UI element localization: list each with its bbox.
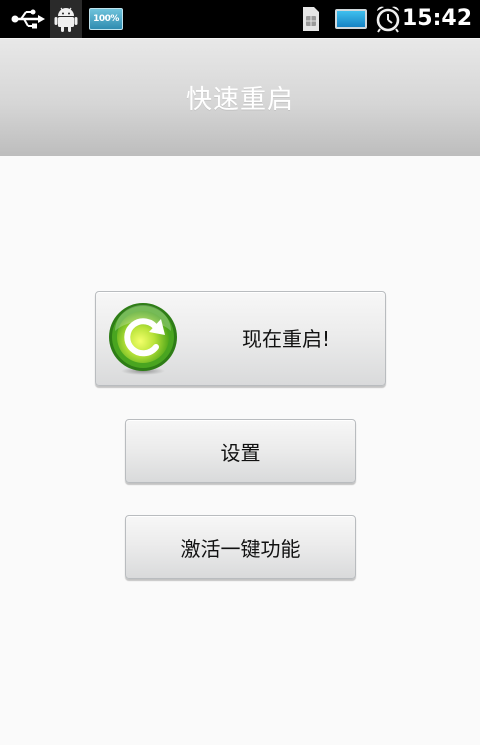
- settings-button[interactable]: 设置: [125, 419, 356, 483]
- battery-percent-label: 100%: [89, 8, 123, 30]
- activate-one-key-label: 激活一键功能: [180, 536, 301, 561]
- status-bar: 100% 15:42: [0, 0, 480, 38]
- app-screen: 100% 15:42 快速重启 现在重启! 设置 激活一键功能: [0, 0, 480, 745]
- usb-icon: [10, 0, 46, 38]
- alarm-clock-icon: [372, 0, 404, 38]
- status-clock: 15:42: [401, 6, 472, 31]
- page-title: 快速重启: [185, 85, 294, 115]
- battery-percent-icon: 100%: [88, 0, 124, 38]
- activate-one-key-button[interactable]: 激活一键功能: [125, 515, 356, 579]
- sim-card-icon: [298, 0, 324, 38]
- battery-icon: [332, 0, 370, 38]
- reboot-now-label: 现在重启!: [242, 327, 331, 351]
- reboot-now-button[interactable]: 现在重启!: [95, 291, 386, 386]
- settings-label: 设置: [220, 440, 261, 465]
- refresh-icon: [105, 301, 181, 377]
- android-icon: [50, 0, 82, 38]
- title-bar: 快速重启: [0, 38, 480, 156]
